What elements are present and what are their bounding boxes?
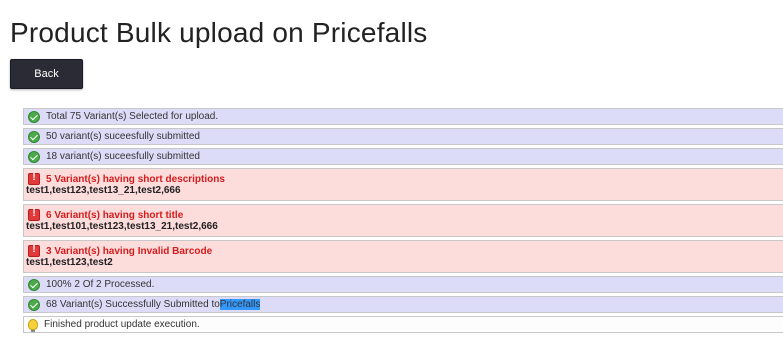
- message-text: 6 Variant(s) having short title: [46, 209, 184, 221]
- message-detail: test1,test123,test2: [26, 257, 113, 268]
- check-circle-icon: [28, 130, 40, 143]
- message-short-title: 6 Variant(s) having short title test1,te…: [23, 204, 783, 237]
- message-short-descriptions: 5 Variant(s) having short descriptions t…: [23, 168, 783, 201]
- selected-text-highlight: Pricefalls: [219, 299, 261, 310]
- message-text: 3 Variant(s) having Invalid Barcode: [46, 245, 213, 257]
- check-circle-icon: [28, 298, 40, 311]
- message-text: Total 75 Variant(s) Selected for upload.: [46, 111, 219, 122]
- message-text: Finished product update execution.: [44, 319, 200, 330]
- page-title: Product Bulk upload on Pricefalls: [10, 17, 428, 48]
- warning-icon: [28, 244, 40, 257]
- check-circle-icon: [28, 110, 40, 123]
- message-submitted-50: 50 variant(s) suceesfully submitted: [23, 128, 783, 145]
- message-text: 18 variant(s) suceesfully submitted: [46, 151, 200, 162]
- message-detail: test1,test101,test123,test13_21,test2,66…: [26, 221, 218, 232]
- message-text: 100% 2 Of 2 Processed.: [46, 279, 155, 290]
- warning-icon: [28, 172, 40, 185]
- message-finished: Finished product update execution.: [23, 316, 783, 333]
- message-processed: 100% 2 Of 2 Processed.: [23, 276, 783, 293]
- message-invalid-barcode: 3 Variant(s) having Invalid Barcode test…: [23, 240, 783, 273]
- message-detail: test1,test123,test13_21,test2,666: [26, 185, 181, 196]
- message-text: 50 variant(s) suceesfully submitted: [46, 131, 200, 142]
- message-submitted-68: 68 Variant(s) Successfully Submitted to …: [23, 296, 783, 313]
- message-text: 68 Variant(s) Successfully Submitted to: [46, 299, 220, 310]
- message-text: 5 Variant(s) having short descriptions: [46, 173, 225, 185]
- upload-messages: Total 75 Variant(s) Selected for upload.…: [23, 108, 783, 336]
- back-button[interactable]: Back: [10, 59, 83, 89]
- message-submitted-18: 18 variant(s) suceesfully submitted: [23, 148, 783, 165]
- check-circle-icon: [28, 278, 40, 291]
- lightbulb-icon: [28, 319, 38, 332]
- message-total-selected: Total 75 Variant(s) Selected for upload.: [23, 108, 783, 125]
- warning-icon: [28, 208, 40, 221]
- check-circle-icon: [28, 150, 40, 163]
